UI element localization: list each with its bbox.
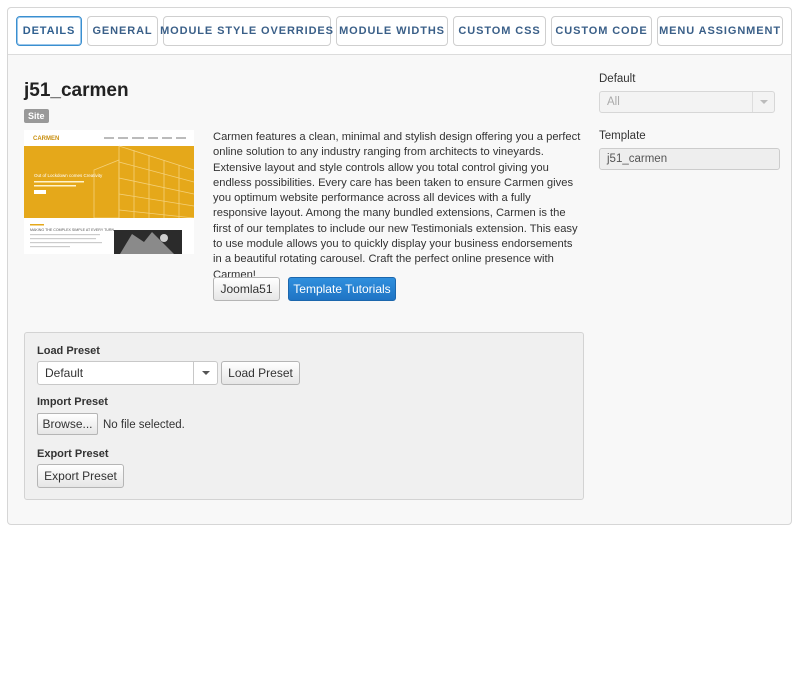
chevron-down-icon bbox=[193, 362, 217, 384]
tab-bar: DETAILS GENERAL MODULE STYLE OVERRIDES M… bbox=[8, 8, 791, 55]
template-title: j51_carmen bbox=[24, 80, 129, 101]
svg-text:Out of Lockdown comes Creativi: Out of Lockdown comes Creativity bbox=[34, 173, 103, 178]
browse-button[interactable]: Browse... bbox=[37, 413, 98, 435]
load-preset-button[interactable]: Load Preset bbox=[221, 361, 300, 385]
tab-general[interactable]: GENERAL bbox=[87, 16, 158, 46]
default-select[interactable]: All bbox=[599, 91, 775, 113]
template-field[interactable]: j51_carmen bbox=[599, 148, 780, 170]
template-thumbnail: CARMEN Out of Lockdown comes Creativity … bbox=[24, 130, 194, 254]
default-label: Default bbox=[599, 73, 636, 85]
svg-text:MAKING THE COMPLEX SIMPLE AT E: MAKING THE COMPLEX SIMPLE AT EVERY TURN bbox=[30, 228, 114, 232]
import-preset-label: Import Preset bbox=[37, 396, 108, 408]
preset-panel: Load Preset Default Load Preset Import P… bbox=[24, 332, 584, 500]
svg-text:CARMEN: CARMEN bbox=[33, 136, 59, 142]
template-field-value: j51_carmen bbox=[607, 153, 668, 165]
template-style-panel: DETAILS GENERAL MODULE STYLE OVERRIDES M… bbox=[7, 7, 792, 525]
template-preview-image: CARMEN Out of Lockdown comes Creativity … bbox=[24, 130, 194, 254]
joomla51-button[interactable]: Joomla51 bbox=[213, 277, 280, 301]
tab-custom-css[interactable]: CUSTOM CSS bbox=[453, 16, 546, 46]
tab-module-style-overrides[interactable]: MODULE STYLE OVERRIDES bbox=[160, 16, 333, 46]
template-tutorials-button[interactable]: Template Tutorials bbox=[288, 277, 396, 301]
tab-custom-code[interactable]: CUSTOM CODE bbox=[551, 16, 652, 46]
chevron-down-icon bbox=[752, 92, 774, 112]
preset-select[interactable]: Default bbox=[37, 361, 218, 385]
template-label: Template bbox=[599, 130, 646, 142]
default-select-value: All bbox=[607, 96, 620, 108]
tab-details[interactable]: DETAILS bbox=[16, 16, 82, 46]
tab-module-widths[interactable]: MODULE WIDTHS bbox=[336, 16, 448, 46]
load-preset-label: Load Preset bbox=[37, 345, 100, 357]
preset-select-value: Default bbox=[45, 366, 84, 380]
export-preset-button[interactable]: Export Preset bbox=[37, 464, 124, 488]
client-badge: Site bbox=[24, 109, 49, 123]
export-preset-label: Export Preset bbox=[37, 448, 109, 460]
template-description: Carmen features a clean, minimal and sty… bbox=[213, 131, 581, 281]
tab-menu-assignment[interactable]: MENU ASSIGNMENT bbox=[657, 16, 783, 46]
file-status-text: No file selected. bbox=[103, 419, 185, 431]
